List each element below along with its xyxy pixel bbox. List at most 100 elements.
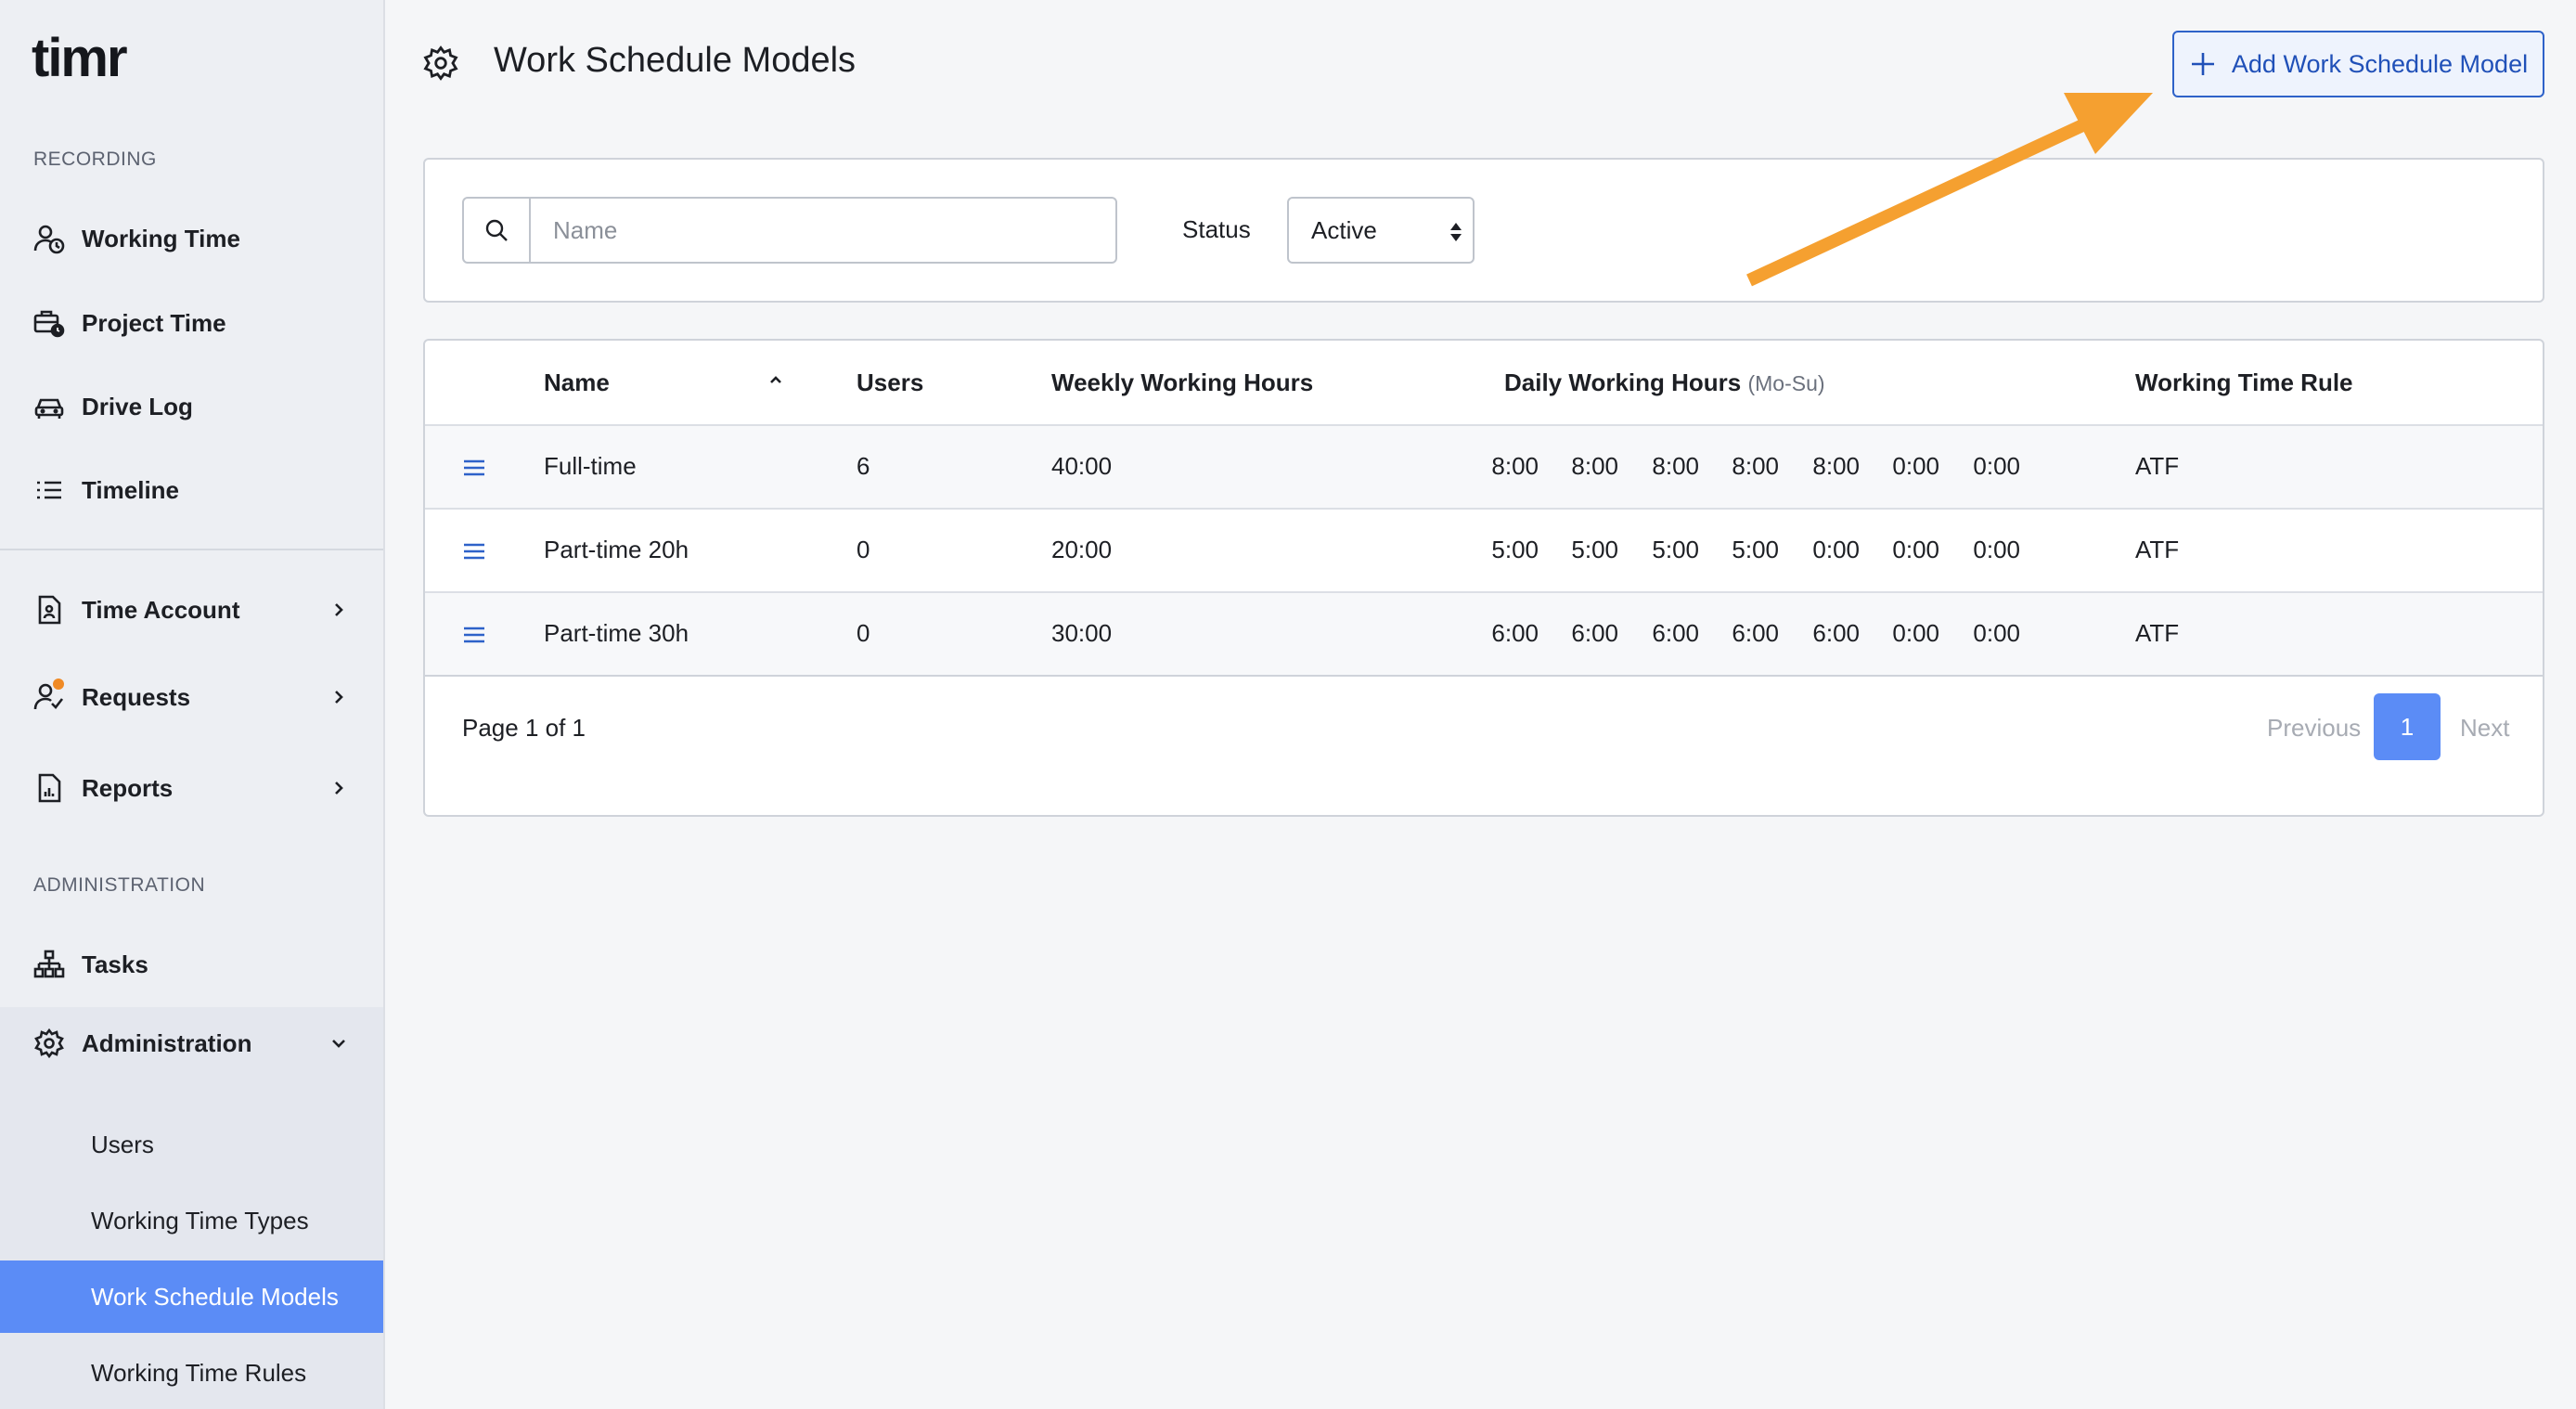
sub-item-working-time-types[interactable]: Working Time Types <box>0 1184 383 1257</box>
cell-day-we: 6:00 <box>1652 619 1699 647</box>
nav-item-time-account[interactable]: Time Account <box>0 577 383 642</box>
logo-text: timr <box>32 32 127 87</box>
add-work-schedule-model-button[interactable]: Add Work Schedule Model <box>2172 31 2544 97</box>
sub-item-label: Working Time Types <box>91 1206 309 1234</box>
nav-label: Timeline <box>82 475 180 504</box>
chevron-down-icon <box>332 1040 345 1048</box>
chevron-right-icon <box>335 691 343 704</box>
nav-item-working-time[interactable]: Working Time <box>0 206 383 271</box>
search-input[interactable] <box>531 199 1115 262</box>
nav-label: Working Time <box>82 224 240 252</box>
nav-item-drive-log[interactable]: Drive Log <box>0 374 383 439</box>
cell-day-tu: 8:00 <box>1571 452 1618 480</box>
nav-item-tasks[interactable]: Tasks <box>0 932 383 997</box>
nav-item-requests[interactable]: Requests <box>0 665 383 730</box>
nav-label: Requests <box>82 682 191 711</box>
sub-item-work-schedule-models[interactable]: Work Schedule Models <box>0 1260 383 1333</box>
cell-day-we: 5:00 <box>1652 536 1699 563</box>
table-row[interactable]: Full-time 6 40:00 8:00 8:00 8:00 8:00 8:… <box>425 424 2543 508</box>
column-header-label: Name <box>544 368 610 396</box>
cell-day-fr: 8:00 <box>1812 452 1860 480</box>
sub-item-label: Users <box>91 1130 154 1158</box>
search-box <box>462 197 1117 264</box>
add-button-label: Add Work Schedule Model <box>2231 49 2529 78</box>
work-schedule-table: Name Users Weekly Working Hours Daily Wo… <box>423 339 2544 817</box>
timr-logo[interactable]: timr <box>32 32 152 87</box>
filter-card: Status Active <box>423 158 2544 303</box>
cell-weekly: 30:00 <box>1051 619 1113 647</box>
menu-icon[interactable] <box>460 621 488 649</box>
plus-icon <box>2191 53 2214 75</box>
user-clock-icon <box>33 223 65 254</box>
cell-day-mo: 6:00 <box>1491 619 1539 647</box>
hierarchy-icon <box>33 949 65 980</box>
column-header-users[interactable]: Users <box>857 368 923 397</box>
cell-rule: ATF <box>2135 536 2180 563</box>
chevron-right-icon <box>335 603 343 616</box>
cell-rule: ATF <box>2135 452 2180 480</box>
section-label-recording: RECORDING <box>33 149 157 170</box>
sub-item-label: Working Time Rules <box>91 1358 307 1387</box>
status-select[interactable]: Active <box>1287 197 1475 264</box>
list-icon <box>33 474 65 506</box>
column-header-weekly[interactable]: Weekly Working Hours <box>1051 368 1313 397</box>
cell-name: Part-time 30h <box>544 619 689 647</box>
pagination-page-current[interactable]: 1 <box>2374 693 2441 760</box>
chevron-right-icon <box>335 782 343 795</box>
select-arrows-icon <box>1450 223 1462 241</box>
cell-rule: ATF <box>2135 619 2180 647</box>
notification-dot <box>53 679 64 690</box>
cell-day-su: 0:00 <box>1973 536 2020 563</box>
cell-day-su: 0:00 <box>1973 452 2020 480</box>
report-icon <box>33 772 65 804</box>
cell-name: Part-time 20h <box>544 536 689 563</box>
status-value: Active <box>1311 215 1377 244</box>
nav-label: Administration <box>82 1028 252 1057</box>
pagination-previous[interactable]: Previous <box>2267 714 2361 743</box>
table-row[interactable]: Part-time 30h 0 30:00 6:00 6:00 6:00 6:0… <box>425 591 2543 675</box>
nav-item-administration[interactable]: Administration <box>0 1007 383 1079</box>
nav-label: Time Account <box>82 595 240 624</box>
annotation-arrow <box>1746 93 2153 287</box>
sub-item-users[interactable]: Users <box>0 1108 383 1181</box>
menu-icon[interactable] <box>460 454 488 482</box>
sub-item-label: Work Schedule Models <box>91 1282 339 1311</box>
nav-label: Project Time <box>82 308 226 337</box>
cell-day-su: 0:00 <box>1973 619 2020 647</box>
cell-day-tu: 5:00 <box>1571 536 1618 563</box>
cell-day-fr: 0:00 <box>1812 536 1860 563</box>
status-label: Status <box>1182 215 1251 243</box>
cell-users: 6 <box>857 452 870 480</box>
nav-label: Tasks <box>82 950 148 978</box>
column-header-daily[interactable]: Daily Working Hours (Mo-Su) <box>1504 368 1825 397</box>
sub-item-working-time-rules[interactable]: Working Time Rules <box>0 1337 383 1409</box>
nav-item-timeline[interactable]: Timeline <box>0 458 383 523</box>
pagination-next[interactable]: Next <box>2460 714 2509 743</box>
cell-day-we: 8:00 <box>1652 452 1699 480</box>
cell-name: Full-time <box>544 452 637 480</box>
menu-icon[interactable] <box>460 537 488 565</box>
document-user-icon <box>33 594 65 626</box>
column-header-name[interactable]: Name <box>544 368 610 397</box>
table-footer-divider <box>425 675 2543 677</box>
cell-day-th: 8:00 <box>1732 452 1779 480</box>
cell-weekly: 20:00 <box>1051 536 1113 563</box>
user-check-icon <box>33 679 65 713</box>
column-header-suffix: (Mo-Su) <box>1747 371 1825 395</box>
column-header-rule[interactable]: Working Time Rule <box>2135 368 2353 397</box>
sort-ascending-icon[interactable] <box>766 370 785 389</box>
gear-icon <box>33 1028 65 1059</box>
sidebar: timr RECORDING Working Time Project Time <box>0 0 385 1409</box>
cell-day-sa: 0:00 <box>1892 536 1939 563</box>
nav-item-reports[interactable]: Reports <box>0 756 383 821</box>
section-label-administration: ADMINISTRATION <box>33 874 206 896</box>
page-title: Work Schedule Models <box>494 41 857 80</box>
column-header-label: Daily Working Hours <box>1504 368 1742 396</box>
search-icon <box>485 219 508 241</box>
cell-day-mo: 5:00 <box>1491 536 1539 563</box>
table-row[interactable]: Part-time 20h 0 20:00 5:00 5:00 5:00 5:0… <box>425 508 2543 591</box>
cell-day-th: 5:00 <box>1732 536 1779 563</box>
page-info: Page 1 of 1 <box>462 714 586 742</box>
search-icon-cell[interactable] <box>464 199 531 262</box>
nav-item-project-time[interactable]: Project Time <box>0 291 383 355</box>
